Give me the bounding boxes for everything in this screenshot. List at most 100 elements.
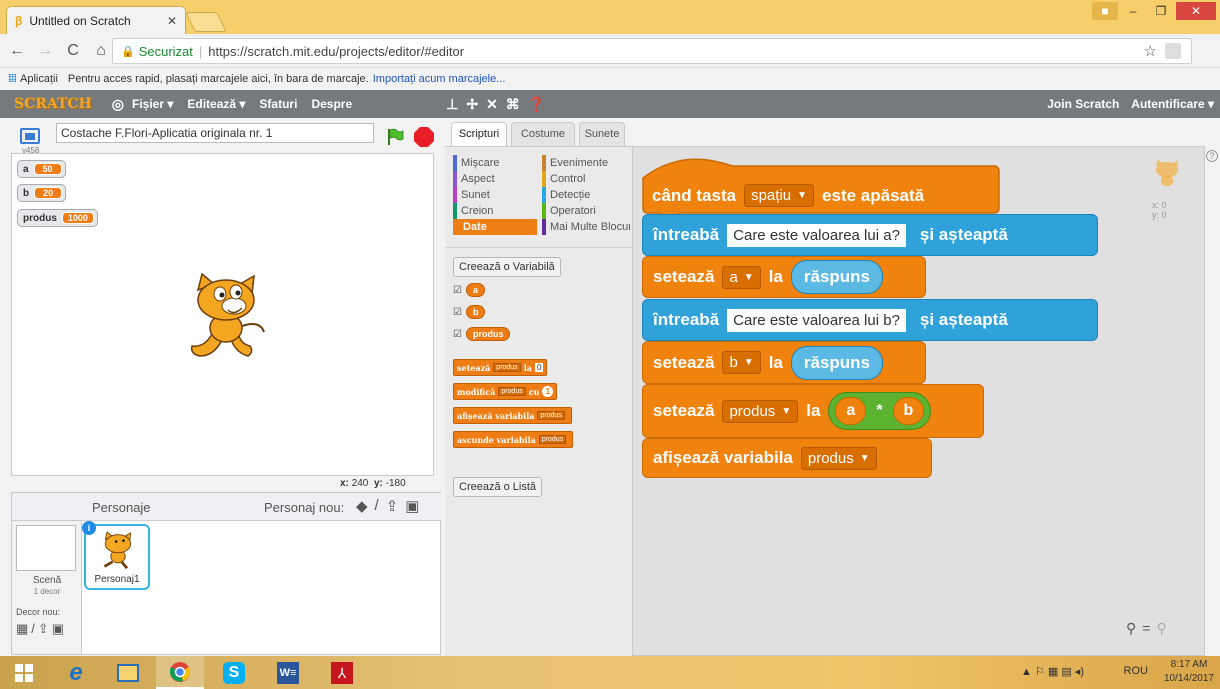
sprite-tile[interactable]: i Personaj1 (82, 521, 150, 590)
grow-icon[interactable]: ✕ (486, 96, 498, 113)
stage-canvas[interactable]: a 50 b 20 produs 1000 (11, 153, 434, 476)
variable-dropdown[interactable]: b ▼ (722, 351, 761, 374)
answer-reporter[interactable]: răspuns (790, 260, 884, 294)
skype-icon[interactable]: S (210, 656, 258, 689)
scratch-logo[interactable]: SCRATCH (14, 96, 92, 112)
system-tray-icons[interactable]: ▲ ⚐ ▦ ▤ ◂) (1021, 665, 1084, 678)
stage-size-toggle-icon[interactable] (20, 128, 40, 144)
category-looks[interactable]: Aspect (453, 171, 537, 187)
make-variable-button[interactable]: Creează o Variabilă (453, 257, 561, 277)
language-indicator[interactable]: ROU (1124, 665, 1148, 677)
acrobat-icon[interactable]: ⅄ (318, 656, 366, 689)
category-sensing[interactable]: Detecție (542, 187, 630, 203)
start-windows-icon[interactable] (0, 656, 48, 689)
palette-variable-a[interactable]: ☑ a (453, 283, 485, 297)
menu-tips[interactable]: Sfaturi (259, 97, 297, 111)
bookmark-star-icon[interactable]: ☆ (1144, 42, 1157, 60)
set-block-produs[interactable]: setează produs ▼ la a * b (642, 384, 984, 438)
reload-icon[interactable]: C (62, 42, 84, 60)
camera-sprite-icon[interactable]: ▣ (405, 497, 419, 515)
menu-file[interactable]: Fișier ▾ (132, 97, 173, 111)
join-scratch-link[interactable]: Join Scratch (1047, 97, 1119, 111)
palette-block-show-variable[interactable]: afișează variabila produs (453, 407, 572, 424)
home-icon[interactable]: ⌂ (90, 42, 112, 60)
category-sound[interactable]: Sunet (453, 187, 537, 203)
paint-backdrop-icon[interactable]: / (31, 621, 35, 637)
help-icon[interactable]: ? (1206, 150, 1218, 162)
when-key-pressed-block[interactable]: când tasta spațiu ▼ este apăsată (652, 184, 924, 207)
scratch-cat-sprite[interactable] (184, 270, 268, 362)
palette-variable-produs[interactable]: ☑ produs (453, 327, 511, 341)
close-tab-icon[interactable]: ✕ (167, 14, 177, 28)
new-tab-button[interactable] (185, 12, 227, 32)
system-clock[interactable]: 8:17 AM 10/14/2017 (1164, 658, 1214, 686)
apps-link[interactable]: Aplicații (20, 73, 58, 85)
tab-sounds[interactable]: Sunete (579, 122, 625, 146)
tab-costumes[interactable]: Costume (511, 122, 575, 146)
block-help-icon[interactable]: ❓ (528, 96, 545, 113)
zoom-in-icon[interactable]: ⚲ (1156, 620, 1166, 637)
duplicate-stamp-icon[interactable]: ⊥ (446, 96, 458, 113)
maximize-button[interactable]: ❐ (1148, 2, 1174, 20)
category-control[interactable]: Control (542, 171, 630, 187)
zoom-out-icon[interactable]: ⚲ (1126, 620, 1136, 637)
menu-about[interactable]: Despre (311, 97, 352, 111)
palette-variable-b[interactable]: ☑ b (453, 305, 486, 319)
green-flag-icon[interactable] (386, 128, 404, 146)
language-globe-icon[interactable]: ◎ (112, 96, 124, 113)
import-bookmarks-link[interactable]: Importați acum marcajele... (373, 73, 506, 85)
project-title-input[interactable]: Costache F.Flori-Aplicatia originala nr.… (56, 123, 374, 143)
checkbox-icon[interactable]: ☑ (453, 329, 462, 340)
extension-icon[interactable] (1165, 43, 1181, 59)
category-more-blocks[interactable]: Mai Multe Blocuri (542, 219, 630, 235)
variable-dropdown[interactable]: produs ▼ (800, 446, 877, 470)
stage-thumbnail[interactable] (16, 525, 76, 571)
variable-monitor-a[interactable]: a 50 (17, 160, 66, 178)
word-icon[interactable]: W≡ (264, 656, 312, 689)
palette-block-change[interactable]: modifică produs cu 1 (453, 383, 558, 400)
category-data[interactable]: Date (453, 219, 537, 235)
palette-block-hide-variable[interactable]: ascunde variabila produs (453, 431, 574, 448)
file-explorer-icon[interactable] (104, 656, 152, 689)
ask-text-input[interactable]: Care este valoarea lui b? (727, 308, 906, 332)
camera-backdrop-icon[interactable]: ▣ (52, 621, 64, 637)
apps-grid-icon[interactable]: ⁞⁞⁞ (8, 73, 17, 85)
variable-monitor-produs[interactable]: produs 1000 (17, 209, 98, 227)
set-block-a[interactable]: setează a ▼ la răspuns (642, 256, 926, 298)
upload-sprite-icon[interactable]: ⇪ (386, 497, 399, 515)
info-icon[interactable]: i (82, 521, 96, 535)
tab-scripts[interactable]: Scripturi (451, 122, 507, 147)
key-dropdown[interactable]: spațiu ▼ (744, 184, 815, 207)
stage-selector[interactable]: Scenă 1 decor Decor nou: ▦ / ⇪ ▣ (12, 521, 82, 654)
ask-text-input[interactable]: Care este valoarea lui a? (727, 223, 906, 247)
choose-backdrop-icon[interactable]: ▦ (16, 621, 28, 637)
category-operators[interactable]: Operatori (542, 203, 630, 219)
minimize-button[interactable]: – (1120, 2, 1146, 20)
zoom-reset-icon[interactable]: = (1142, 620, 1150, 637)
checkbox-icon[interactable]: ☑ (453, 307, 462, 318)
multiply-operator-block[interactable]: a * b (828, 392, 932, 430)
make-list-button[interactable]: Creează o Listă (453, 477, 543, 497)
chrome-icon[interactable] (156, 656, 204, 689)
script-scrollbar[interactable] (1205, 146, 1220, 656)
variable-dropdown[interactable]: a ▼ (722, 265, 761, 289)
category-events[interactable]: Evenimente (542, 155, 630, 171)
ask-block-a[interactable]: întreabă Care este valoarea lui a? și aș… (642, 214, 1098, 256)
close-window-button[interactable]: ✕ (1176, 2, 1216, 20)
stop-sign-icon[interactable] (414, 127, 434, 147)
variable-reporter-a[interactable]: a (835, 397, 867, 425)
delete-scissors-icon[interactable]: ✢ (466, 96, 478, 113)
url-bar[interactable]: 🔒 Securizat | https://scratch.mit.edu/pr… (112, 38, 1192, 64)
shrink-icon[interactable]: ⌘ (506, 96, 520, 113)
variable-monitor-b[interactable]: b 20 (17, 184, 67, 202)
back-icon[interactable]: ← (6, 42, 28, 60)
ask-block-b[interactable]: întreabă Care este valoarea lui b? și aș… (642, 299, 1098, 341)
set-block-b[interactable]: setează b ▼ la răspuns (642, 341, 926, 384)
sign-in-link[interactable]: Autentificare ▾ (1131, 97, 1214, 111)
category-motion[interactable]: Mișcare (453, 155, 537, 171)
category-pen[interactable]: Creion (453, 203, 537, 219)
profile-icon[interactable]: ■ (1092, 2, 1118, 20)
forward-icon[interactable]: → (34, 42, 56, 60)
paint-sprite-icon[interactable]: / (375, 497, 379, 515)
browser-tab[interactable]: β Untitled on Scratch ✕ (6, 6, 186, 34)
